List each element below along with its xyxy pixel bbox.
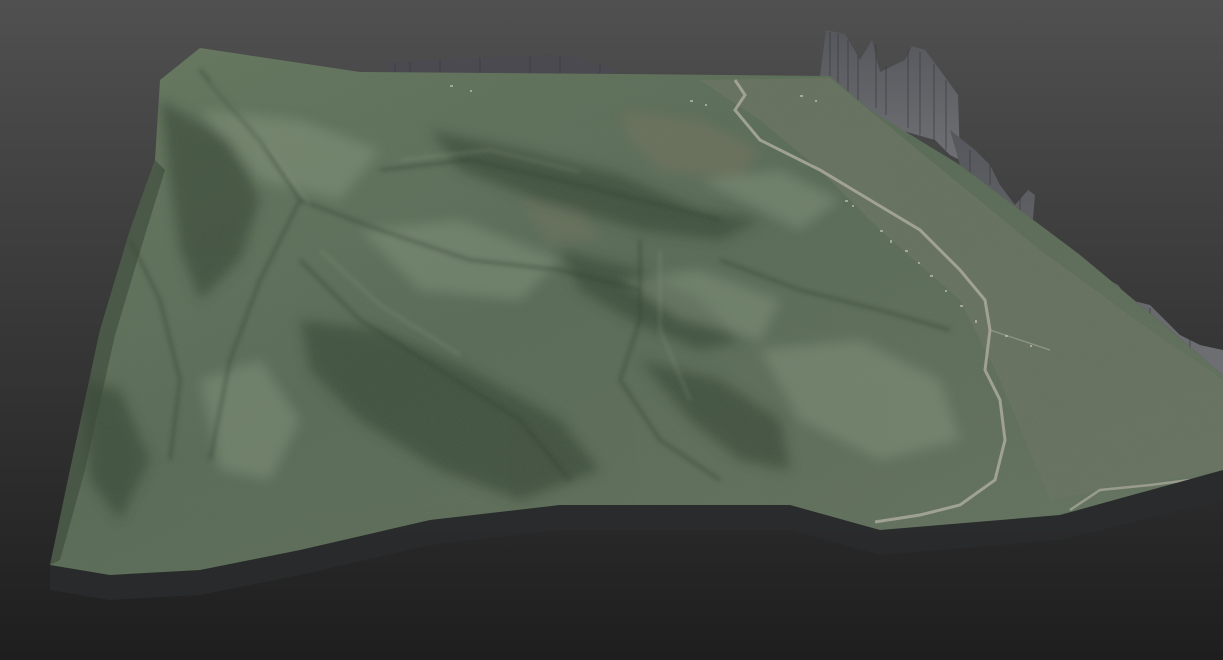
3d-viewport[interactable] bbox=[0, 0, 1223, 660]
terrain-render[interactable] bbox=[0, 0, 1223, 660]
